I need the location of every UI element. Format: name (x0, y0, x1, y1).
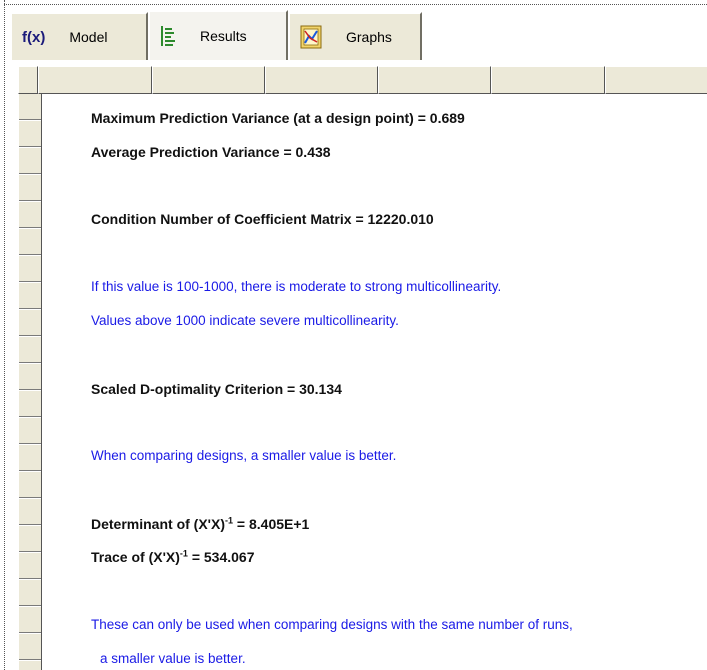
grid-corner-cell[interactable] (18, 66, 39, 94)
results-list-icon (161, 26, 175, 46)
column-header[interactable] (604, 66, 707, 94)
grid-column-headers (18, 66, 707, 94)
column-header[interactable] (38, 66, 152, 94)
condition-number: Condition Number of Coefficient Matrix =… (91, 211, 434, 227)
tab-graphs-label: Graphs (346, 29, 392, 45)
results-window: f(x) Model Results Graphs Maximum Predic… (0, 0, 707, 670)
trace-exponent: -1 (179, 548, 188, 559)
tab-results-label: Results (200, 28, 247, 44)
average-prediction-variance: Average Prediction Variance = 0.438 (91, 144, 331, 160)
determinant-exponent: -1 (225, 515, 234, 526)
condition-note-2: Values above 1000 indicate severe multic… (91, 313, 399, 328)
determinant: Determinant of (X'X)-1 = 8.405E+1 (91, 516, 309, 532)
window-top-border (4, 4, 707, 5)
condition-note-1: If this value is 100-1000, there is mode… (91, 279, 502, 294)
tab-model[interactable]: f(x) Model (10, 12, 148, 60)
runs-note-1: These can only be used when comparing de… (91, 617, 573, 632)
runs-note-2: a smaller value is better. (100, 651, 246, 666)
trace-label: Trace of (X'X) (91, 549, 180, 565)
window-left-border (4, 0, 5, 670)
d-optimality-criterion: Scaled D-optimality Criterion = 30.134 (91, 381, 342, 397)
trace: Trace of (X'X)-1 = 534.067 (91, 549, 255, 565)
d-optimality-note: When comparing designs, a smaller value … (91, 448, 397, 463)
tab-bar: f(x) Model Results Graphs (10, 10, 422, 60)
determinant-label: Determinant of (X'X) (91, 516, 226, 532)
column-header[interactable] (491, 66, 605, 94)
column-header[interactable] (151, 66, 265, 94)
max-prediction-variance: Maximum Prediction Variance (at a design… (91, 110, 465, 126)
tab-graphs[interactable]: Graphs (288, 12, 422, 60)
graph-icon (300, 25, 322, 49)
trace-value: = 534.067 (187, 549, 255, 565)
function-fx-icon: f(x) (22, 28, 46, 46)
determinant-value: = 8.405E+1 (233, 516, 310, 532)
tab-results[interactable]: Results (148, 10, 288, 60)
tab-model-label: Model (69, 29, 108, 45)
grid-row-headers[interactable] (18, 94, 42, 670)
column-header[interactable] (378, 66, 492, 94)
column-header[interactable] (264, 66, 379, 94)
